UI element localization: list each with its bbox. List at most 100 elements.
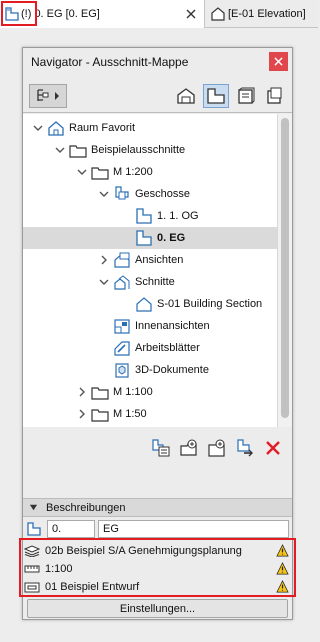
tree-item-label: Schnitte (135, 276, 175, 288)
tree-item[interactable]: 1. 1. OG (23, 205, 277, 227)
tree-item[interactable]: M 1:100 (23, 381, 277, 403)
name-field[interactable]: EG (98, 520, 289, 538)
warning-icon (276, 562, 289, 575)
chevron-right-icon[interactable] (77, 409, 87, 419)
layer-combination-row[interactable]: 02b Beispiel S/A Genehmigungsplanung (21, 542, 294, 560)
home-icon (177, 88, 195, 104)
delete-button[interactable] (261, 436, 285, 460)
chevron-down-icon[interactable] (99, 277, 109, 287)
scrollbar-thumb[interactable] (281, 118, 289, 418)
tree-item[interactable]: Tragende Bauteile M 1:50 (23, 425, 277, 427)
layer-combination-label: 02b Beispiel S/A Genehmigungsplanung (45, 545, 242, 557)
warning-icon (276, 580, 289, 593)
palette-title: Navigator - Ausschnitt-Mappe (31, 54, 189, 69)
tree-item-label: Geschosse (135, 188, 191, 200)
scale-row[interactable]: 1:100 (21, 560, 294, 578)
tree-item[interactable]: Raum Favorit (23, 117, 277, 139)
navigator-tree: Raum Favorit Beispielausschnitte M 1:200 Ge… (23, 114, 277, 427)
worksheet-icon (114, 341, 130, 356)
layout-book-icon (238, 87, 255, 104)
model-view-label: 01 Beispiel Entwurf (45, 581, 140, 593)
id-field[interactable]: 0. (47, 520, 95, 538)
tree-item-label: M 1:100 (113, 386, 153, 398)
chevron-down-icon[interactable] (33, 123, 43, 133)
layer-combination-icon (24, 545, 40, 557)
folder-icon (91, 409, 109, 422)
chevron-right-icon[interactable] (77, 387, 87, 397)
new-view-button[interactable] (205, 436, 229, 460)
floor-plan-icon (136, 230, 152, 246)
collapse-arrow-icon (29, 504, 38, 511)
clone-view-button[interactable] (149, 436, 173, 460)
tree-item-label: 1. 1. OG (157, 210, 199, 222)
descriptions-header-label: Beschreibungen (46, 501, 126, 514)
descriptions-header[interactable]: Beschreibungen (23, 498, 292, 517)
tree-item-label: M 1:200 (113, 166, 153, 178)
tree-item-label: M 1:50 (113, 408, 147, 420)
navigator-palette: Navigator - Ausschnitt-Mappe Raum Favori… (19, 47, 296, 620)
tree-item[interactable]: Ansichten (23, 249, 277, 271)
delete-icon (266, 441, 280, 455)
navigator-actions (23, 428, 292, 468)
highlight-box (1, 1, 37, 26)
tab-elevation[interactable]: [E-01 Elevation] (210, 0, 318, 28)
publisher-icon (267, 87, 282, 104)
tree-item-label: 3D-Dokumente (135, 364, 209, 376)
new-folder-icon (180, 439, 197, 456)
floor-plan-icon (136, 208, 152, 224)
navigator-toolbar (23, 78, 292, 112)
chevron-down-icon[interactable] (55, 145, 65, 155)
elevations-icon (114, 252, 130, 268)
chevron-right-icon[interactable] (99, 255, 109, 265)
warning-icon (276, 544, 289, 557)
tree-item[interactable]: Arbeitsblätter (23, 337, 277, 359)
view-map-button[interactable] (173, 84, 199, 108)
close-icon (274, 57, 283, 66)
tree-item[interactable]: Beispielausschnitte (23, 139, 277, 161)
view-map-icon (207, 88, 225, 104)
folder-icon (91, 387, 109, 400)
tree-item-label: Ansichten (135, 254, 184, 266)
chevron-down-icon[interactable] (99, 189, 109, 199)
chevron-down-icon[interactable] (77, 167, 87, 177)
home-icon (48, 121, 64, 136)
model-view-icon (24, 582, 40, 593)
tree-item[interactable]: S-01 Building Section (23, 293, 277, 315)
tree-item[interactable]: 3D-Dokumente (23, 359, 277, 381)
tree-item[interactable]: M 1:50 (23, 403, 277, 425)
tree-item[interactable]: M 1:200 (23, 161, 277, 183)
folder-icon (69, 145, 87, 158)
scale-icon (24, 565, 40, 573)
clone-view-icon (152, 439, 170, 457)
tree-item[interactable]: Schnitte (23, 271, 277, 293)
elevation-icon (211, 7, 225, 21)
publisher-button[interactable] (261, 84, 287, 108)
close-button[interactable] (269, 52, 288, 71)
tree-item-label: Arbeitsblätter (135, 342, 200, 354)
tab-strip: (!) 0. EG [0. EG] [E-01 Elevation] (0, 0, 318, 28)
project-map-icon (37, 89, 59, 101)
floor-plan-icon (27, 522, 41, 536)
layout-button[interactable] (233, 84, 259, 108)
view-settings-button[interactable] (233, 436, 257, 460)
tree-item[interactable]: Geschosse (23, 183, 277, 205)
new-folder-button[interactable] (177, 436, 201, 460)
project-map-button[interactable] (29, 84, 67, 108)
stories-icon (115, 186, 129, 200)
tree-scrollbar[interactable] (277, 114, 292, 427)
layout-book-button[interactable] (203, 84, 229, 108)
tree-item-label: Beispielausschnitte (91, 144, 186, 156)
model-view-row[interactable]: 01 Beispiel Entwurf (21, 578, 294, 596)
sections-icon (114, 275, 130, 290)
tree-item-label: S-01 Building Section (157, 298, 263, 310)
tree-item[interactable]: 0. EG (23, 227, 277, 249)
folder-icon (91, 167, 109, 180)
tree-item-label: Raum Favorit (69, 122, 136, 134)
close-icon[interactable] (184, 7, 198, 21)
settings-button[interactable]: Einstellungen... (27, 599, 288, 618)
tree-item[interactable]: Innenansichten (23, 315, 277, 337)
interior-elevation-icon (114, 319, 130, 334)
tab-floor-plan[interactable]: (!) 0. EG [0. EG] (0, 0, 205, 28)
section-icon (136, 297, 152, 312)
tree-item-label: Innenansichten (135, 320, 210, 332)
